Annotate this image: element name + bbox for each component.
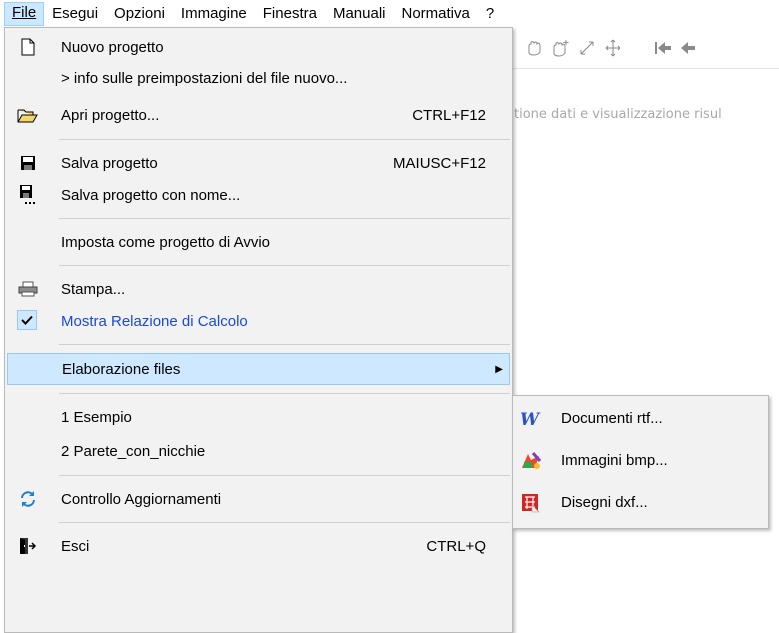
menu-item-elaborazione-files[interactable]: Elaborazione files ▶ [7, 353, 510, 385]
file-menu-dropdown: Nuovo progetto > info sulle preimpostazi… [4, 27, 513, 633]
menu-opzioni[interactable]: Opzioni [106, 3, 173, 25]
menu-separator [59, 522, 510, 523]
cad-drawing-icon [519, 492, 543, 514]
menu-item-controllo-aggiornamenti[interactable]: Controllo Aggiornamenti [7, 485, 510, 513]
word-document-icon: W [519, 408, 543, 430]
menu-separator [59, 218, 510, 219]
svg-text:W: W [520, 410, 541, 429]
elaborazione-files-submenu: W Documenti rtf... Immagini bmp... Diseg… [512, 395, 769, 529]
menu-item-imposta-avvio[interactable]: Imposta come progetto di Avvio [7, 228, 510, 256]
menu-separator [59, 265, 510, 266]
menu-item-salva-con-nome[interactable]: Salva progetto con nome... [7, 181, 510, 209]
floppy-disk-icon [17, 153, 39, 173]
move-icon[interactable] [602, 39, 624, 57]
toolbar-divider [512, 68, 779, 69]
menu-esegui[interactable]: Esegui [44, 3, 106, 25]
background-toolbar [512, 33, 779, 63]
menu-finestra[interactable]: Finestra [255, 3, 325, 25]
submenu-item-disegni-dxf[interactable]: Disegni dxf... [515, 484, 766, 522]
menu-item-recent-parete[interactable]: 2 Parete_con_nicchie [7, 437, 510, 465]
zoom-add-icon[interactable] [550, 39, 572, 57]
submenu-item-documenti-rtf[interactable]: W Documenti rtf... [515, 400, 766, 438]
menu-item-mostra-relazione[interactable]: Mostra Relazione di Calcolo [7, 307, 510, 335]
previous-icon[interactable] [678, 39, 700, 57]
zoom-hand-icon[interactable] [524, 39, 546, 57]
menu-bar: File Esegui Opzioni Immagine Finestra Ma… [0, 0, 779, 27]
menu-separator [59, 344, 510, 345]
menu-item-nuovo-progetto[interactable]: Nuovo progetto [7, 33, 510, 61]
menu-file[interactable]: File [4, 1, 45, 26]
refresh-icon [17, 489, 39, 509]
menu-separator [59, 475, 510, 476]
menu-item-esci[interactable]: Esci CTRL+Q [7, 532, 510, 560]
menu-normativa[interactable]: Normativa [393, 3, 477, 25]
open-folder-icon [17, 105, 39, 125]
new-document-icon [17, 37, 39, 57]
submenu-arrow-icon: ▶ [495, 363, 503, 375]
menu-item-info-preimpostazioni[interactable]: > info sulle preimpostazioni del file nu… [7, 64, 510, 92]
printer-icon [17, 279, 39, 299]
resize-diagonal-icon[interactable] [576, 39, 598, 57]
checkmark-icon [17, 310, 37, 330]
background-caption: tione dati e visualizzazione risul [514, 107, 722, 122]
menu-separator [59, 393, 510, 394]
menu-item-recent-esempio[interactable]: 1 Esempio [7, 403, 510, 431]
first-page-icon[interactable] [652, 39, 674, 57]
submenu-item-immagini-bmp[interactable]: Immagini bmp... [515, 442, 766, 480]
floppy-save-as-icon [17, 185, 39, 205]
menu-manuali[interactable]: Manuali [325, 3, 394, 25]
menu-separator [59, 139, 510, 140]
exit-door-icon [17, 536, 39, 556]
menu-immagine[interactable]: Immagine [173, 3, 255, 25]
menu-item-apri-progetto[interactable]: Apri progetto... CTRL+F12 [7, 101, 510, 129]
menu-item-salva-progetto[interactable]: Salva progetto MAIUSC+F12 [7, 149, 510, 177]
menu-help[interactable]: ? [478, 3, 502, 25]
menu-item-stampa[interactable]: Stampa... [7, 275, 510, 303]
paint-palette-icon [519, 450, 543, 472]
